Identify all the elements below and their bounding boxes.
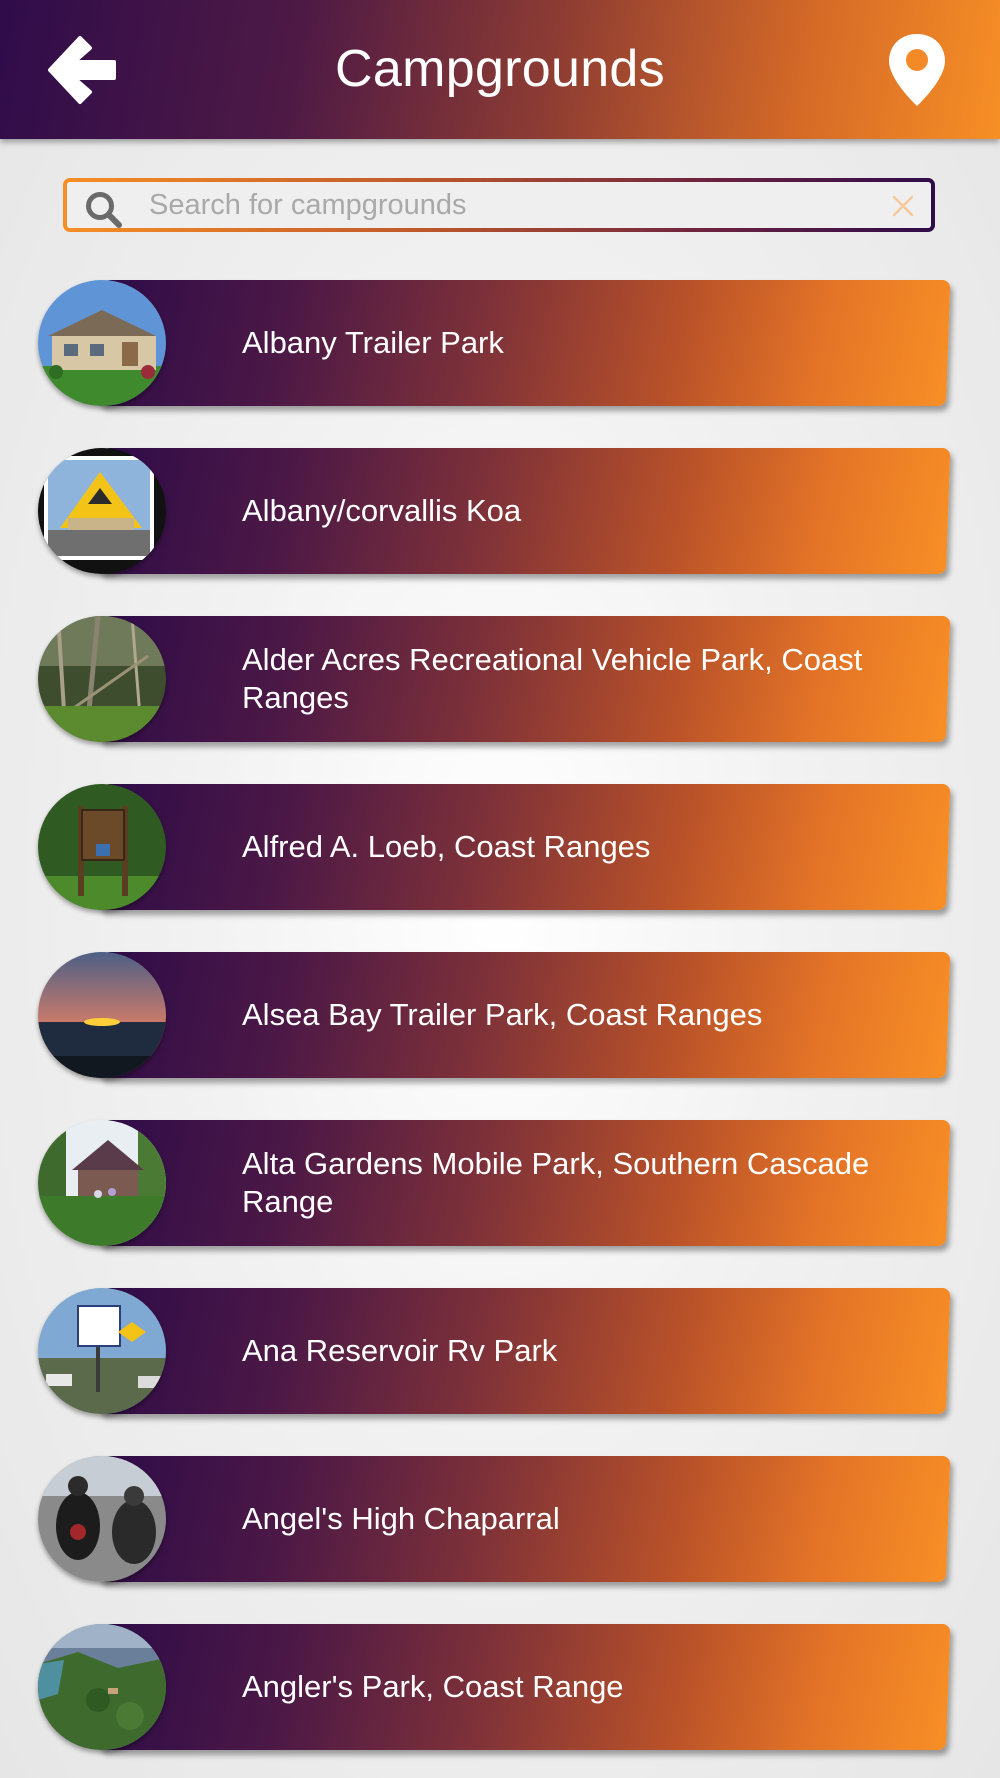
campground-name: Angler's Park, Coast Range	[242, 1669, 624, 1704]
campground-name: Albany Trailer Park	[242, 325, 504, 360]
map-pin-icon	[889, 34, 945, 106]
campground-name: Alder Acres Recreational Vehicle Park, C…	[242, 642, 863, 715]
campground-name: Angel's High Chaparral	[242, 1501, 560, 1536]
bikers-photo	[38, 1456, 166, 1582]
list-item[interactable]: Albany Trailer Park	[38, 280, 951, 410]
rv-park-sign-photo	[38, 1288, 166, 1414]
list-item[interactable]: Albany/corvallis Koa	[38, 448, 951, 578]
list-item[interactable]: Ana Reservoir Rv Park	[38, 1288, 951, 1418]
park-sign-photo	[38, 784, 166, 910]
list-item[interactable]: Alder Acres Recreational Vehicle Park, C…	[38, 616, 951, 746]
back-button[interactable]	[42, 30, 122, 110]
arrow-left-icon	[48, 36, 116, 104]
app-header: Campgrounds	[0, 0, 1000, 139]
mobile-home-photo	[38, 280, 166, 406]
map-button[interactable]	[880, 30, 954, 110]
page-title: Campgrounds	[335, 40, 665, 98]
sunset-ocean-photo	[38, 952, 166, 1078]
forest-photo	[38, 616, 166, 742]
list-item[interactable]: Alfred A. Loeb, Coast Ranges	[38, 784, 951, 914]
campground-name: Alta Gardens Mobile Park, Southern Casca…	[242, 1146, 870, 1219]
garden-house-photo	[38, 1120, 166, 1246]
campground-list: Albany Trailer Park Albany/corvallis Koa	[0, 0, 1000, 1778]
list-item[interactable]: Angel's High Chaparral	[38, 1456, 951, 1586]
list-item[interactable]: Alsea Bay Trailer Park, Coast Ranges	[38, 952, 951, 1082]
campground-name: Alfred A. Loeb, Coast Ranges	[242, 829, 651, 864]
koa-lodge-photo	[38, 448, 166, 574]
campground-name: Ana Reservoir Rv Park	[242, 1333, 558, 1368]
coastal-aerial-photo	[38, 1624, 166, 1750]
campground-name: Albany/corvallis Koa	[242, 493, 522, 528]
campground-name: Alsea Bay Trailer Park, Coast Ranges	[242, 997, 763, 1032]
list-item[interactable]: Alta Gardens Mobile Park, Southern Casca…	[38, 1120, 951, 1250]
list-item[interactable]: Angler's Park, Coast Range	[38, 1624, 951, 1754]
